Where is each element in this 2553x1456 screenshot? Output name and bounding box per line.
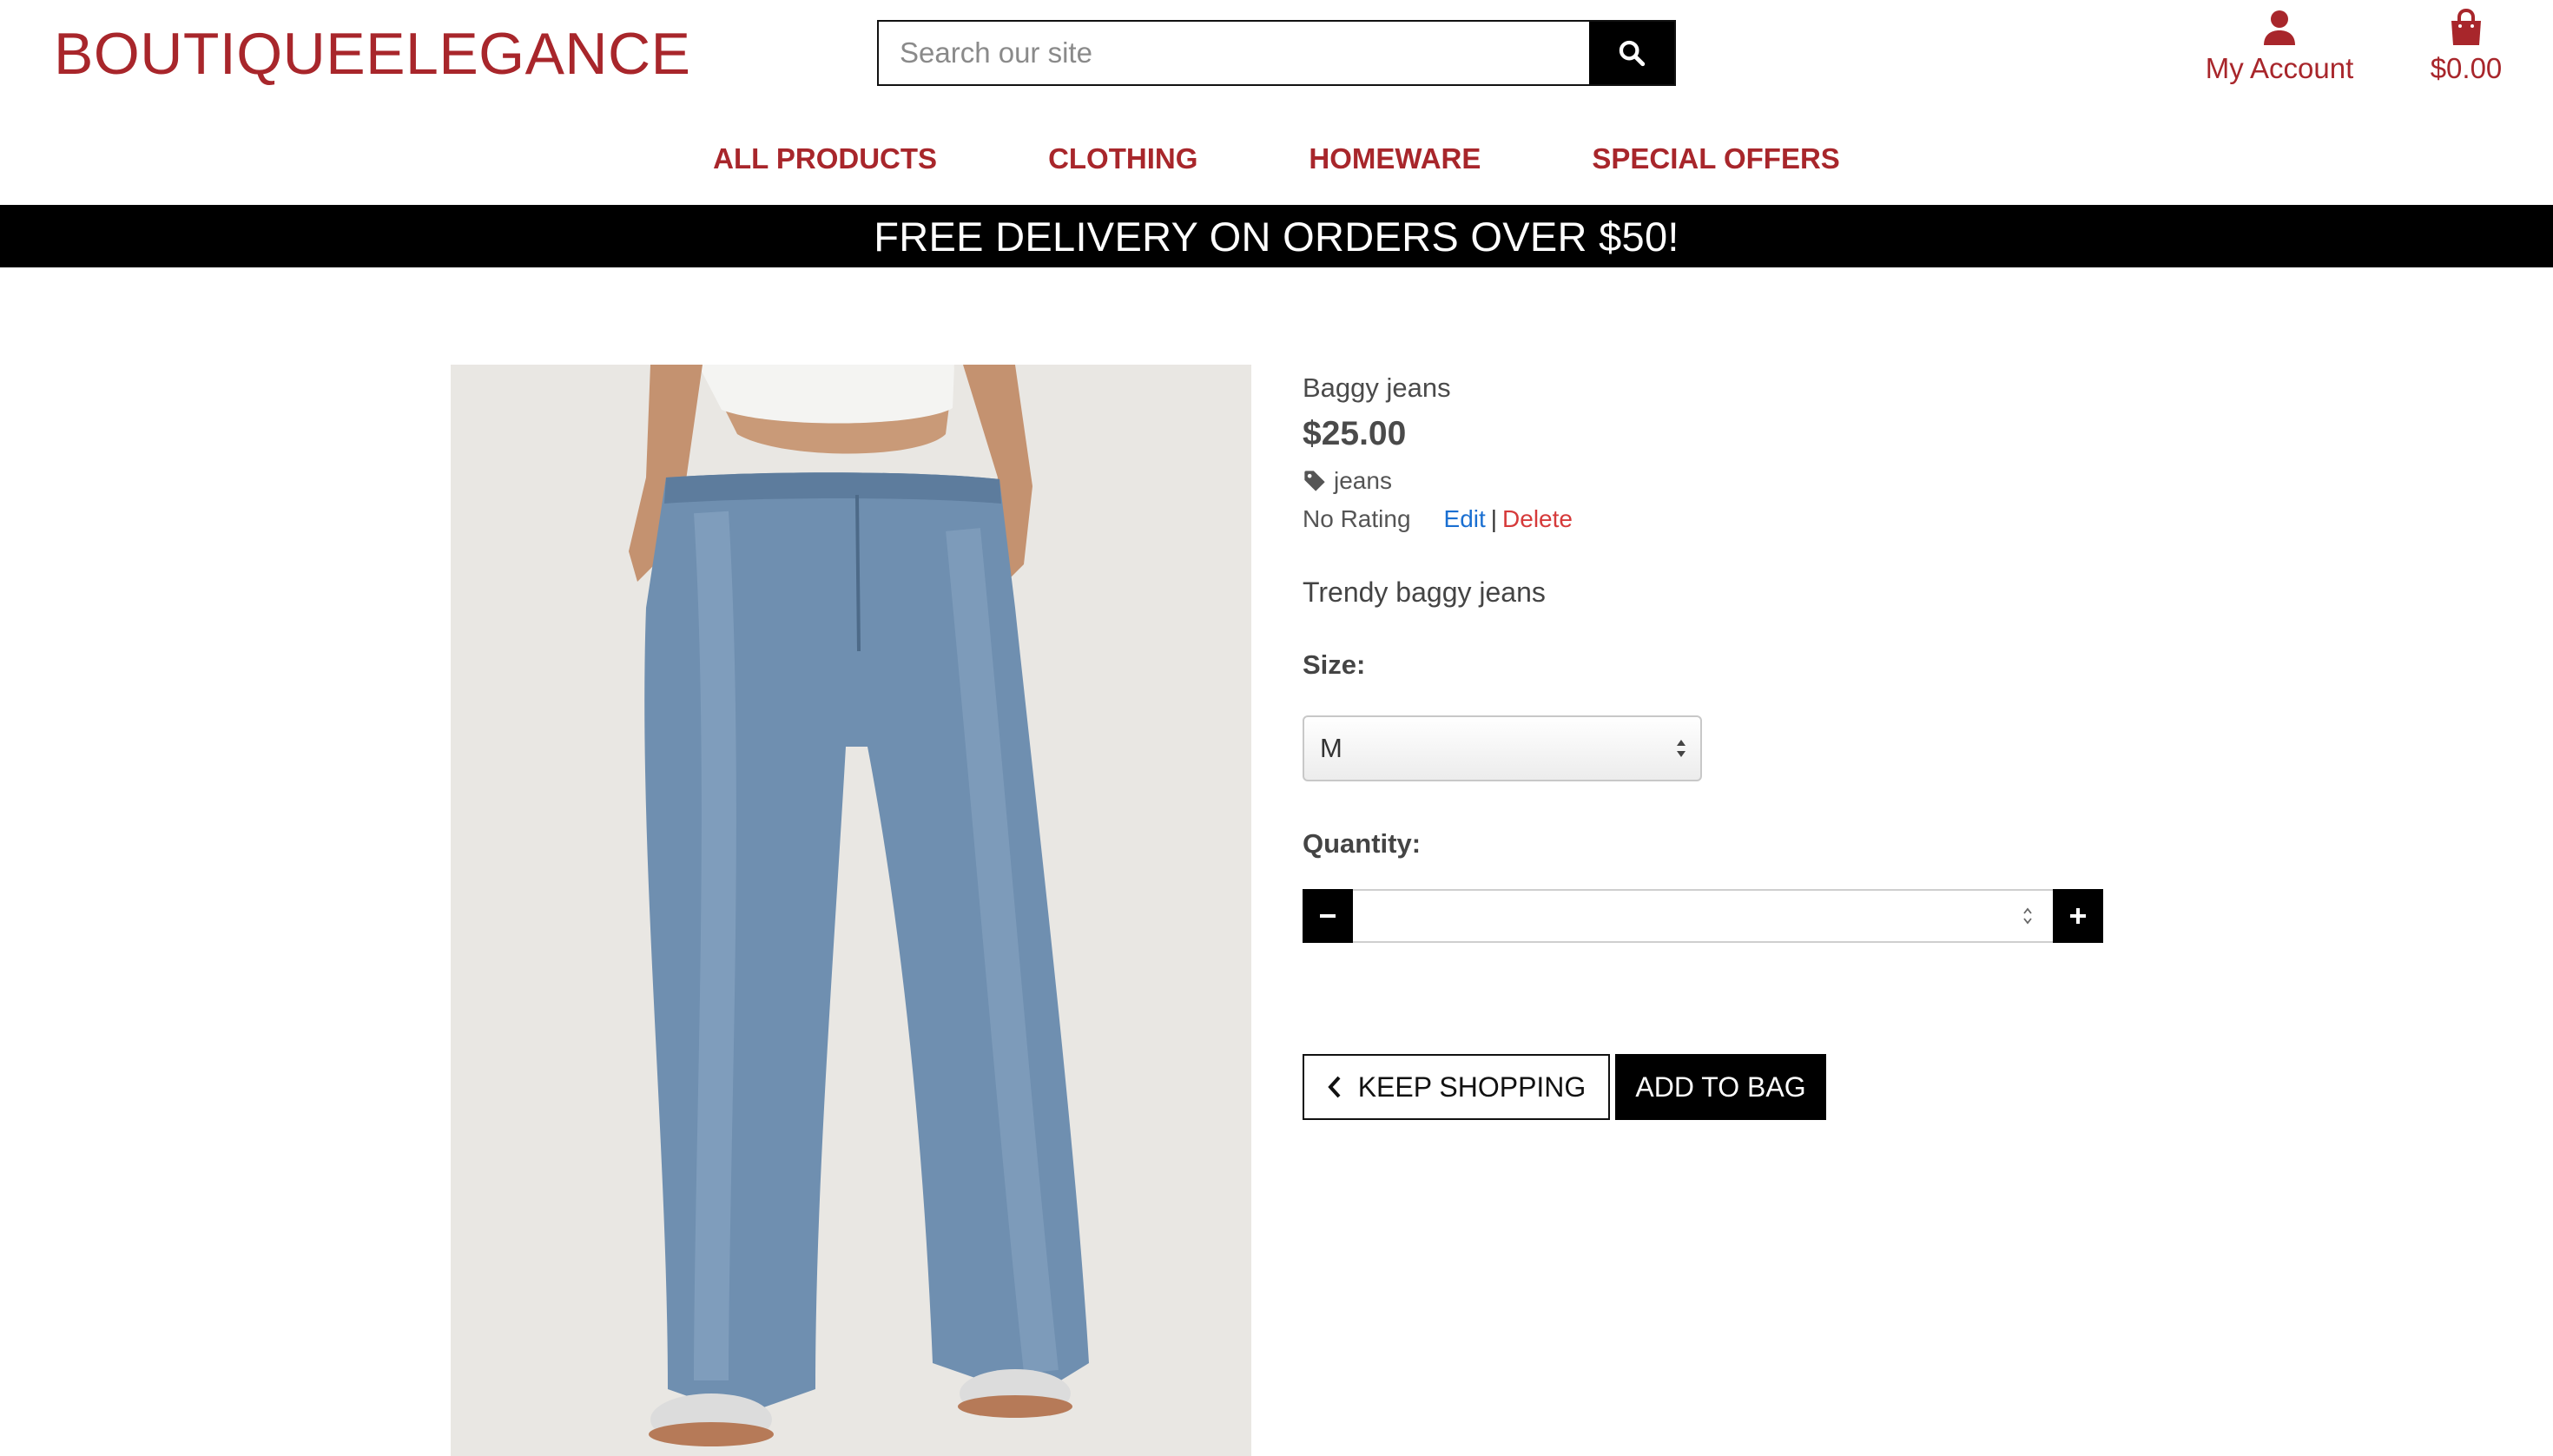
chevron-left-icon [1327, 1076, 1341, 1098]
product-price: $25.00 [1303, 415, 1407, 452]
plus-icon [2070, 908, 2086, 924]
shopping-bag-link[interactable]: $0.00 [2414, 9, 2518, 96]
nav-special-offers[interactable]: SPECIAL OFFERS [1592, 137, 1839, 181]
product-description: Trendy baggy jeans [1303, 576, 1546, 608]
product-details: Baggy jeans $25.00 jeans No Rating Edit … [1303, 365, 2119, 1120]
minus-icon [1320, 914, 1336, 918]
main-nav: ALL PRODUCTS CLOTHING HOMEWARE SPECIAL O… [0, 137, 2553, 181]
jeans-photo [451, 365, 1251, 1456]
rating-text: No Rating [1303, 505, 1411, 532]
product-detail-page: BOUTIQUEELEGANCE My Account $0.00 ALL PR… [0, 0, 2553, 1456]
nav-homeware[interactable]: HOMEWARE [1309, 137, 1481, 181]
size-select[interactable]: M [1303, 715, 1702, 781]
search-icon [1619, 40, 1646, 67]
meta-separator: | [1490, 505, 1498, 532]
my-account-label: My Account [2205, 52, 2354, 84]
category-label: jeans [1334, 467, 1392, 494]
select-arrows-icon [1677, 740, 1686, 757]
search-button[interactable] [1589, 22, 1674, 84]
product-actions: KEEP SHOPPING ADD TO BAG [1303, 1054, 2119, 1120]
decrement-button[interactable] [1303, 889, 1353, 943]
product-meta: No Rating Edit | Delete [1303, 502, 2119, 537]
my-account-link[interactable]: My Account [2188, 9, 2371, 96]
quantity-stepper [1303, 889, 2103, 943]
delivery-banner: FREE DELIVERY ON ORDERS OVER $50! [0, 205, 2553, 267]
brand-logo[interactable]: BOUTIQUEELEGANCE [54, 21, 691, 87]
nav-all-products[interactable]: ALL PRODUCTS [713, 137, 937, 181]
search-bar [877, 20, 1676, 86]
search-input[interactable] [879, 22, 1589, 84]
user-icon [2264, 10, 2295, 45]
add-to-bag-button[interactable]: ADD TO BAG [1615, 1054, 1826, 1120]
tag-icon [1304, 471, 1325, 491]
quantity-input[interactable] [1353, 889, 2053, 943]
size-selected-value: M [1320, 733, 1342, 763]
keep-shopping-label: KEEP SHOPPING [1357, 1071, 1587, 1103]
product-name: Baggy jeans [1303, 372, 1451, 403]
quantity-label: Quantity: [1303, 828, 1422, 859]
edit-link[interactable]: Edit [1444, 505, 1486, 533]
delete-link[interactable]: Delete [1502, 505, 1573, 533]
shopping-bag-icon [2451, 9, 2481, 45]
nav-clothing[interactable]: CLOTHING [1048, 137, 1197, 181]
keep-shopping-button[interactable]: KEEP SHOPPING [1303, 1054, 1610, 1120]
spinner-arrows-icon[interactable] [2022, 905, 2034, 927]
product-image [451, 365, 1251, 1456]
bag-total: $0.00 [2430, 52, 2503, 84]
product-category[interactable]: jeans [1303, 464, 2119, 498]
increment-button[interactable] [2053, 889, 2103, 943]
size-label: Size: [1303, 649, 1366, 680]
